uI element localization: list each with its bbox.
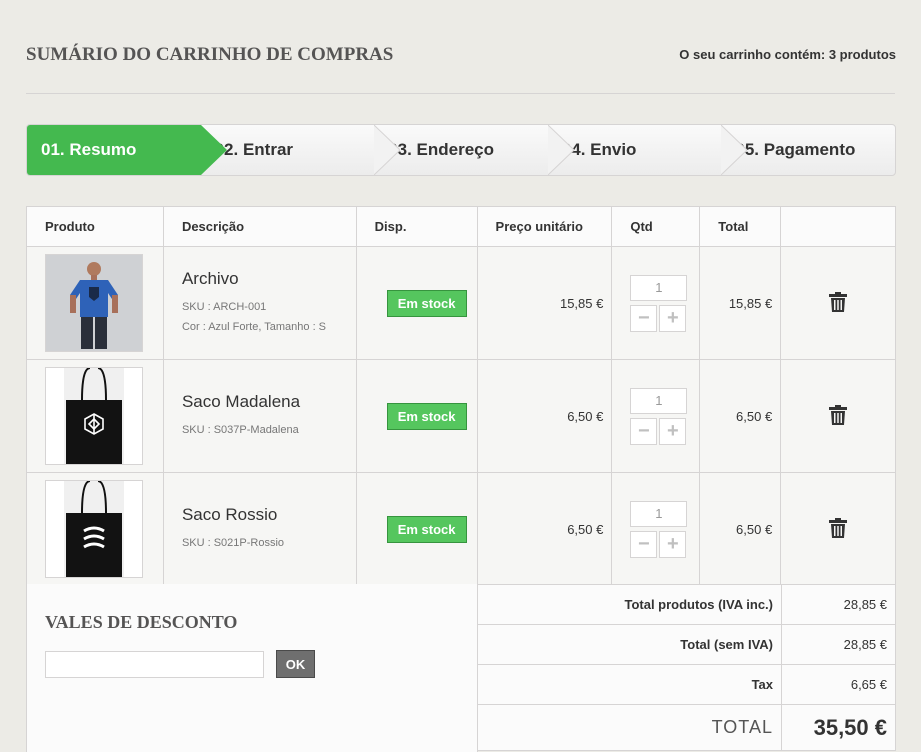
voucher-code-input[interactable] — [45, 651, 264, 678]
voucher-ok-button[interactable]: OK — [276, 650, 315, 678]
tote-bag-photo-icon — [46, 481, 142, 577]
stock-badge: Em stock — [386, 289, 467, 317]
quantity-decrease-button[interactable]: − — [630, 417, 658, 445]
quantity-input[interactable]: 1 — [630, 274, 688, 301]
stock-badge: Em stock — [386, 515, 467, 543]
product-sku: SKU : S037P-Madalena — [181, 424, 299, 436]
column-header-availability: Disp. — [355, 206, 478, 247]
trash-icon[interactable] — [829, 404, 848, 425]
total-products-value: 28,85 € — [781, 584, 896, 625]
grand-total-value: 35,50 € — [781, 704, 896, 751]
line-total: 15,85 € — [699, 246, 782, 360]
grand-total-label: TOTAL — [477, 704, 782, 751]
trash-icon[interactable] — [829, 517, 848, 538]
step-login[interactable]: 02. Entrar — [201, 125, 401, 175]
column-header-actions — [780, 206, 896, 247]
column-header-description: Descrição — [162, 206, 357, 247]
product-image-bag-rossio[interactable] — [45, 480, 143, 578]
step-arrow-icon — [547, 125, 574, 175]
tshirt-photo-icon — [46, 255, 142, 351]
cart-table: Produto Descrição Disp. Preço unitário Q… — [26, 206, 896, 586]
quantity-increase-button[interactable]: + — [659, 417, 687, 445]
quantity-decrease-button[interactable]: − — [630, 530, 658, 558]
product-name[interactable]: Archivo — [182, 269, 356, 289]
quantity-input[interactable]: 1 — [630, 387, 688, 414]
table-row: Saco Madalena SKU : S037P-Madalena Em st… — [26, 359, 896, 473]
heading-divider — [26, 93, 895, 94]
line-total: 6,50 € — [699, 359, 782, 473]
column-header-qty: Qtd — [611, 206, 701, 247]
summary-row: Total (sem IVA) 28,85 € — [477, 624, 896, 665]
quantity-increase-button[interactable]: + — [659, 304, 687, 332]
page-title: SUMÁRIO DO CARRINHO DE COMPRAS — [26, 44, 394, 65]
quantity-increase-button[interactable]: + — [659, 530, 687, 558]
unit-price: 15,85 € — [476, 246, 613, 360]
unit-price: 6,50 € — [476, 359, 613, 473]
product-image-bag-madalena[interactable] — [45, 367, 143, 465]
step-arrow-icon — [721, 125, 748, 175]
product-name[interactable]: Saco Rossio — [182, 505, 356, 525]
product-sku: SKU : ARCH-001 — [181, 301, 267, 313]
voucher-title: VALES DE DESCONTO — [45, 612, 238, 632]
product-image-tshirt[interactable] — [45, 254, 143, 352]
step-label: 03. Endereço — [388, 140, 495, 159]
column-header-product: Produto — [26, 206, 164, 247]
quantity-decrease-button[interactable]: − — [630, 304, 658, 332]
unit-price: 6,50 € — [476, 472, 613, 586]
tax-label: Tax — [477, 664, 782, 705]
tax-value: 6,65 € — [781, 664, 896, 705]
tote-bag-photo-icon — [46, 368, 142, 464]
voucher-section: VALES DE DESCONTO OK — [26, 584, 478, 752]
summary-row: Total produtos (IVA inc.) 28,85 € — [477, 584, 896, 625]
product-sku: SKU : S021P-Rossio — [181, 537, 285, 549]
stock-badge: Em stock — [386, 402, 467, 430]
table-row: Archivo SKU : ARCH-001 Cor : Azul Forte,… — [26, 246, 896, 360]
table-row: Saco Rossio SKU : S021P-Rossio Em stock … — [26, 472, 896, 586]
step-payment[interactable]: 05. Pagamento — [721, 125, 895, 175]
cart-count: O seu carrinho contém: 3 produtos — [679, 47, 896, 62]
summary-row-total: TOTAL 35,50 € — [477, 704, 896, 751]
summary-row: Tax 6,65 € — [477, 664, 896, 705]
order-summary: Total produtos (IVA inc.) 28,85 € Total … — [477, 584, 896, 751]
checkout-steps: 01. Resumo 02. Entrar 03. Endereço 04. E… — [26, 124, 896, 176]
step-arrow-icon — [374, 125, 401, 175]
total-no-vat-value: 28,85 € — [781, 624, 896, 665]
table-header-row: Produto Descrição Disp. Preço unitário Q… — [26, 206, 896, 247]
trash-icon[interactable] — [829, 291, 848, 312]
step-label: 01. Resumo — [41, 140, 137, 159]
total-no-vat-label: Total (sem IVA) — [477, 624, 782, 665]
step-arrow-icon — [200, 125, 227, 175]
step-summary[interactable]: 01. Resumo — [27, 125, 227, 175]
quantity-input[interactable]: 1 — [630, 500, 688, 527]
product-attributes: Cor : Azul Forte, Tamanho : S — [181, 321, 327, 333]
line-total: 6,50 € — [699, 472, 782, 586]
step-address[interactable]: 03. Endereço — [374, 125, 574, 175]
step-shipping[interactable]: 04. Envio — [548, 125, 748, 175]
product-name[interactable]: Saco Madalena — [182, 392, 356, 412]
total-products-label: Total produtos (IVA inc.) — [477, 584, 782, 625]
column-header-unit-price: Preço unitário — [476, 206, 613, 247]
step-label: 05. Pagamento — [735, 140, 856, 159]
column-header-total: Total — [699, 206, 782, 247]
